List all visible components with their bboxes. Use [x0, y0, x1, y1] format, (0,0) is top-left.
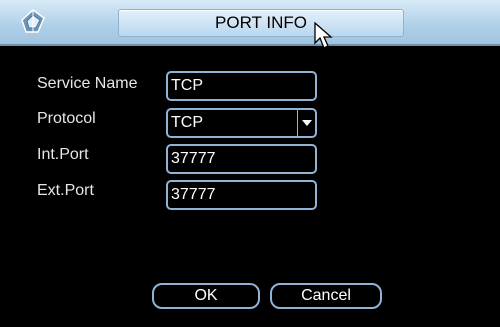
- protocol-dropdown-button[interactable]: [297, 110, 315, 136]
- protocol-select[interactable]: TCP: [166, 108, 317, 138]
- title-pill: PORT INFO: [118, 9, 404, 37]
- dialog-title: PORT INFO: [215, 13, 307, 32]
- int-port-field[interactable]: 37777: [166, 144, 317, 174]
- protocol-label: Protocol: [37, 110, 96, 127]
- mouse-pointer-icon: [314, 22, 333, 49]
- ok-button[interactable]: OK: [152, 283, 260, 309]
- protocol-value: TCP: [171, 114, 203, 131]
- logo-icon: [21, 9, 45, 33]
- ext-port-label: Ext.Port: [37, 182, 94, 199]
- chevron-down-icon: [301, 120, 312, 126]
- cancel-button[interactable]: Cancel: [270, 283, 382, 309]
- service-name-field[interactable]: TCP: [166, 71, 317, 101]
- ext-port-field[interactable]: 37777: [166, 180, 317, 210]
- title-bar: PORT INFO: [0, 0, 500, 49]
- service-name-label: Service Name: [37, 75, 138, 92]
- port-info-dialog: PORT INFO Service Name TCP Protocol TCP …: [0, 0, 500, 327]
- int-port-label: Int.Port: [37, 146, 89, 163]
